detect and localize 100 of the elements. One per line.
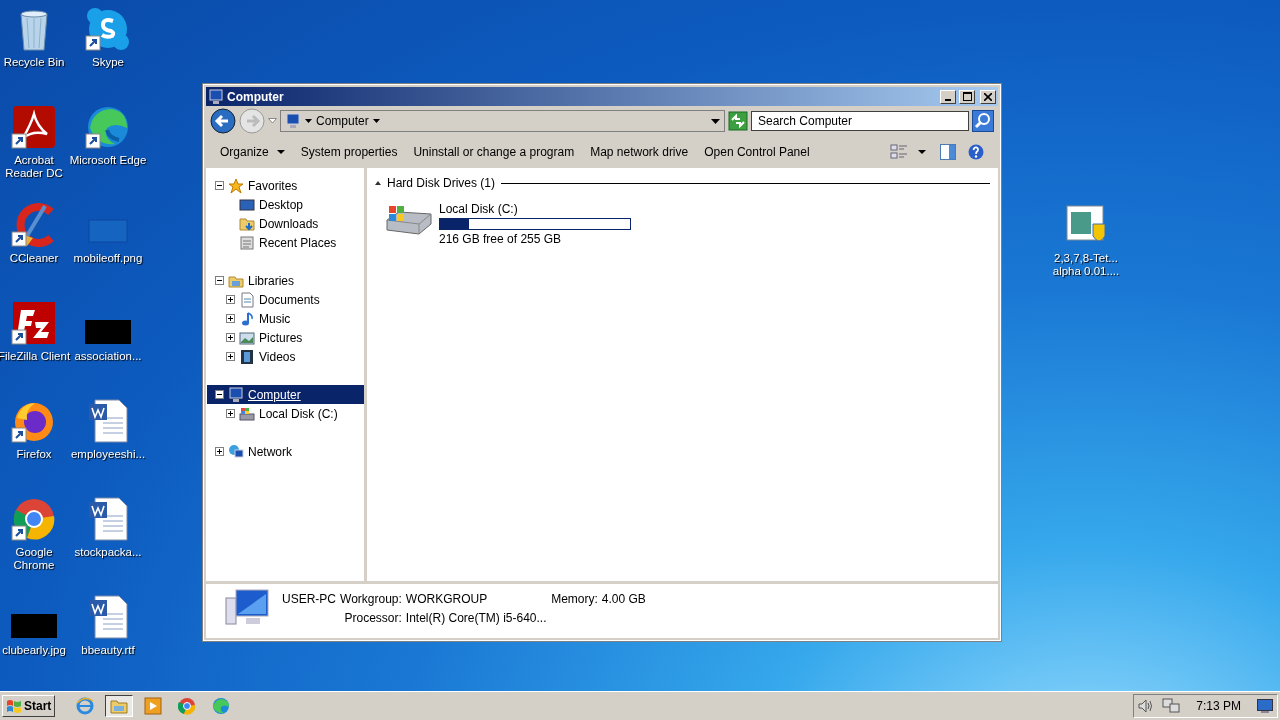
caret-icon[interactable] <box>711 118 720 124</box>
drive-name[interactable]: Local Disk (C:) <box>439 202 631 216</box>
field-value: 4.00 GB <box>601 592 646 606</box>
free-space-text: 216 GB free of 255 GB <box>439 232 563 246</box>
collapse-toggle[interactable] <box>215 390 224 399</box>
music-icon <box>239 310 255 327</box>
field-value: WORKGROUP <box>405 592 488 606</box>
toolbar-button[interactable]: Open Control Panel <box>696 145 818 159</box>
tree-item[interactable]: Downloads <box>259 216 319 231</box>
tree-item[interactable]: Network <box>248 444 292 459</box>
expand-toggle[interactable] <box>226 352 235 361</box>
tree-item[interactable]: Music <box>259 311 291 326</box>
minimize-icon <box>945 98 951 101</box>
folder-icon <box>110 697 129 715</box>
computer-name: USER-PC <box>282 592 336 606</box>
toolbar-button[interactable]: Organize <box>212 145 293 159</box>
desktop-icon-label[interactable]: bbeauty.rtf <box>81 644 135 657</box>
address-bar[interactable]: Computer <box>280 110 725 132</box>
clock[interactable]: 7:13 PM <box>1196 699 1241 713</box>
desktop-icon-label[interactable]: CCleaner <box>9 252 59 265</box>
search-field[interactable]: Search Computer <box>751 111 969 131</box>
expand-toggle[interactable] <box>226 409 235 418</box>
caret-icon[interactable] <box>305 119 312 123</box>
favorites-icon <box>228 177 244 194</box>
media-player-icon <box>144 697 163 715</box>
collapse-icon[interactable] <box>375 181 381 185</box>
browser-icon[interactable] <box>11 496 57 542</box>
breadcrumb[interactable]: Computer <box>316 114 369 128</box>
windows-flag-icon <box>6 699 22 713</box>
desktop-icon-label[interactable]: stockpacka... <box>74 546 142 559</box>
toolbar-button[interactable]: Map network drive <box>582 145 697 159</box>
tree-item[interactable]: Videos <box>259 349 296 364</box>
expand-toggle[interactable] <box>226 295 235 304</box>
tree-item[interactable]: Recent Places <box>259 235 337 250</box>
tree-item[interactable]: Pictures <box>259 330 303 345</box>
speaker-icon[interactable] <box>1138 699 1155 713</box>
browser-icon <box>178 697 197 715</box>
caret-icon[interactable] <box>918 150 926 154</box>
downloads-icon <box>239 215 255 232</box>
network-icon <box>228 443 244 460</box>
close-button[interactable] <box>980 89 996 104</box>
network-icon[interactable] <box>1162 698 1181 714</box>
caret-icon[interactable] <box>372 119 380 123</box>
show-desktop-icon[interactable] <box>1257 699 1273 713</box>
desktop-icon-label[interactable]: Skype <box>92 56 124 69</box>
desktop-icon-label[interactable]: Firefox <box>16 448 52 461</box>
pictures-icon <box>239 329 255 346</box>
field-label: Workgroup: <box>340 592 402 606</box>
refresh-icon[interactable] <box>728 111 748 131</box>
desktop-icon-label[interactable]: Recycle Bin <box>3 56 65 69</box>
computer-icon <box>228 386 244 403</box>
minimize-button[interactable] <box>940 89 956 104</box>
desktop-icon-label[interactable]: association... <box>74 350 142 363</box>
desktop-icon-label[interactable]: Microsoft Edge <box>69 154 147 167</box>
start-button[interactable]: Start <box>2 695 56 717</box>
desktop-icon-label[interactable]: 2,3,7,8-Tet... alpha 0.01.... <box>1052 252 1120 278</box>
desktop-icon-label[interactable]: mobileoff.png <box>73 252 143 265</box>
field-label: Memory: <box>551 592 598 606</box>
expand-toggle[interactable] <box>226 314 235 323</box>
desktop-icon-label[interactable]: Google Chrome <box>0 546 73 572</box>
view-options-icon[interactable] <box>890 144 908 160</box>
chat-app-icon[interactable] <box>85 6 131 52</box>
collapse-toggle[interactable] <box>215 276 224 285</box>
preview-pane-icon[interactable] <box>940 144 956 160</box>
collapse-toggle[interactable] <box>215 181 224 190</box>
back-button[interactable] <box>210 108 236 134</box>
tree-item[interactable]: Libraries <box>248 273 295 288</box>
search-button[interactable] <box>972 110 994 132</box>
computer-icon <box>224 588 270 628</box>
ftp-app-icon[interactable] <box>11 300 57 346</box>
close-icon <box>984 92 992 101</box>
tree-item[interactable]: Favorites <box>248 178 298 193</box>
computer-icon <box>208 88 224 105</box>
documents-icon <box>239 291 255 308</box>
pdf-app-icon[interactable] <box>11 104 57 150</box>
desktop-icon-label[interactable]: employeeshi... <box>70 448 146 461</box>
tree-item[interactable]: Local Disk (C:) <box>259 406 338 421</box>
taskbar-app-button[interactable] <box>105 695 134 717</box>
tree-item[interactable]: Desktop <box>259 197 304 212</box>
window-title: Computer <box>227 89 285 104</box>
toolbar-button[interactable]: System properties <box>292 145 406 159</box>
expand-toggle[interactable] <box>215 447 224 456</box>
maximize-icon <box>962 92 972 101</box>
computer-icon <box>285 113 301 129</box>
tree-item[interactable]: Documents <box>259 292 320 307</box>
browser-icon <box>212 697 231 715</box>
help-icon[interactable] <box>968 144 984 160</box>
browser-icon <box>76 697 95 715</box>
maximize-button[interactable] <box>959 89 975 104</box>
desktop-icon-label[interactable]: clubearly.jpg <box>2 644 66 657</box>
expand-toggle[interactable] <box>226 333 235 342</box>
recent-icon <box>239 234 255 251</box>
browser-icon[interactable] <box>85 104 131 150</box>
dropdown-icon[interactable] <box>268 118 277 124</box>
disk-icon <box>239 405 255 422</box>
field-label: Processor: <box>343 611 402 625</box>
toolbar-button[interactable]: Uninstall or change a program <box>405 145 583 159</box>
group-heading[interactable]: Hard Disk Drives (1) <box>387 176 495 190</box>
caret-icon <box>276 150 285 154</box>
desktop-icon <box>239 196 255 213</box>
